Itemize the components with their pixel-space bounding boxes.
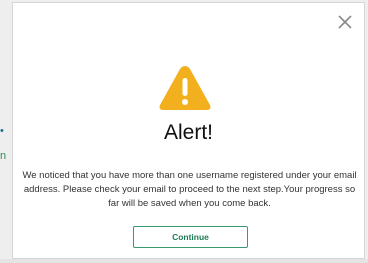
alert-dialog: Alert! We noticed that you have more tha…: [12, 2, 365, 259]
background-mark: n: [0, 150, 7, 162]
continue-button[interactable]: Continue: [133, 226, 248, 248]
page: • n Alert! We noticed that you have more…: [0, 0, 368, 263]
dialog-title: Alert!: [163, 121, 213, 144]
background-footer: [0, 259, 368, 263]
warning-triangle-icon: [158, 63, 212, 113]
close-icon[interactable]: [336, 13, 354, 31]
background-mark: •: [0, 125, 4, 137]
dialog-message: We noticed that you have more than one u…: [22, 170, 357, 209]
